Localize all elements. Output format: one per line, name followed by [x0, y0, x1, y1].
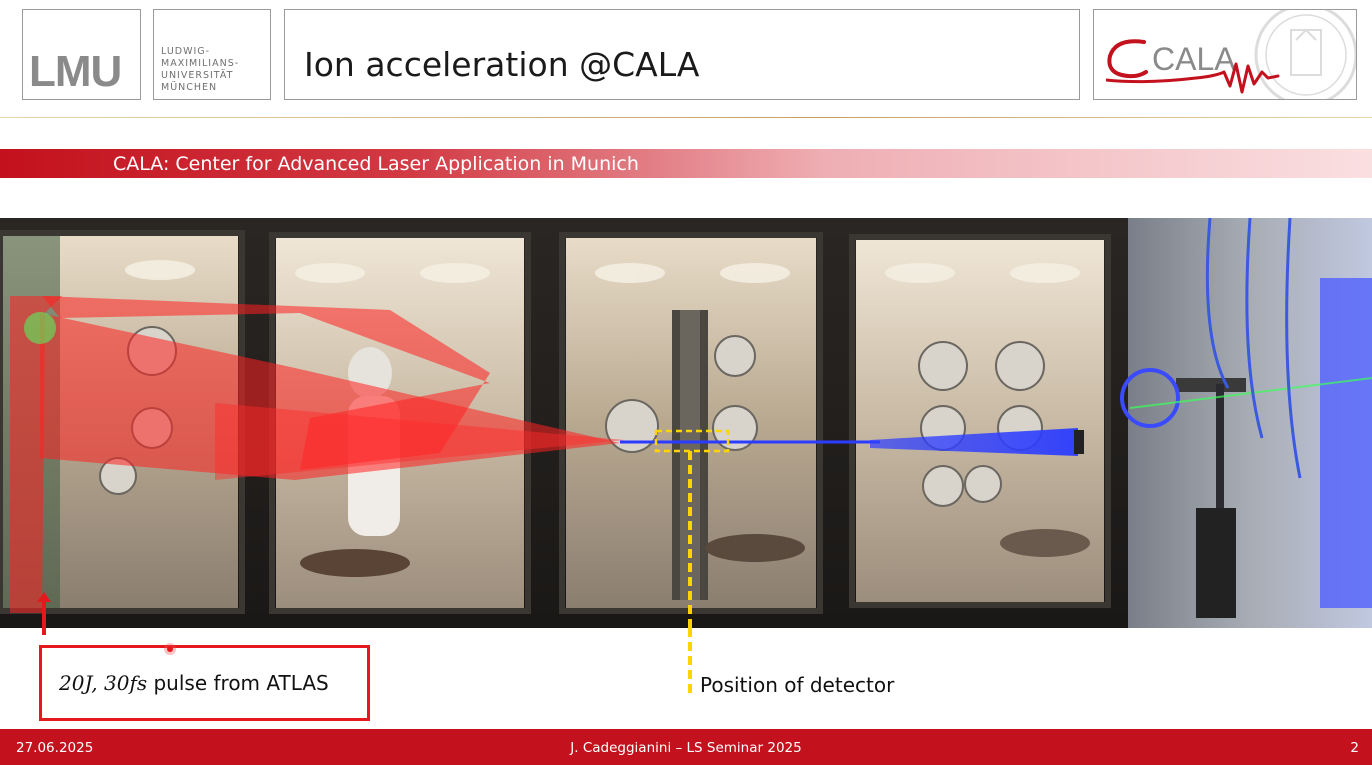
subheader-title: CALA: Center for Advanced Laser Applicat… [113, 153, 639, 175]
page-number: 2 [1350, 740, 1359, 756]
cala-logo: CALA [1106, 39, 1280, 94]
footer-presenter: J. Cadeggianini – LS Seminar 2025 [570, 740, 802, 756]
university-line-2: MAXIMILIANS- [161, 58, 240, 69]
pulse-annotation-text: 20J, 30fs pulse from ATLAS [59, 669, 329, 697]
pulse-arrow-icon [37, 592, 51, 602]
university-line-1: LUDWIG- [161, 46, 211, 57]
pulse-annotation-box: 20J, 30fs pulse from ATLAS [39, 645, 370, 721]
detector-dashed-line [688, 628, 692, 694]
cala-logo-box: CALA [1093, 9, 1357, 100]
header-divider [0, 117, 1372, 118]
detector-label: Position of detector [700, 673, 895, 697]
setup-photo [0, 218, 1372, 628]
university-name-box: LUDWIG- MAXIMILIANS- UNIVERSITÄT MÜNCHEN [153, 9, 271, 100]
university-line-3: UNIVERSITÄT [161, 70, 234, 81]
title-box: Ion acceleration @CALA [284, 9, 1080, 100]
footer-date: 27.06.2025 [16, 740, 94, 756]
laser-pointer-dot [164, 643, 176, 655]
lmu-logo-box: LMU [22, 9, 141, 100]
subheader-bar: CALA: Center for Advanced Laser Applicat… [0, 149, 1372, 178]
footer-bar: J. Cadeggianini – LS Seminar 2025 27.06.… [0, 729, 1372, 765]
pulse-arrow-stem [42, 598, 46, 635]
lmu-logo: LMU [29, 47, 122, 96]
pulse-description: pulse from ATLAS [147, 671, 329, 695]
pulse-math: 20J, 30fs [59, 671, 148, 695]
page-title: Ion acceleration @CALA [304, 45, 700, 84]
university-line-4: MÜNCHEN [161, 82, 218, 93]
